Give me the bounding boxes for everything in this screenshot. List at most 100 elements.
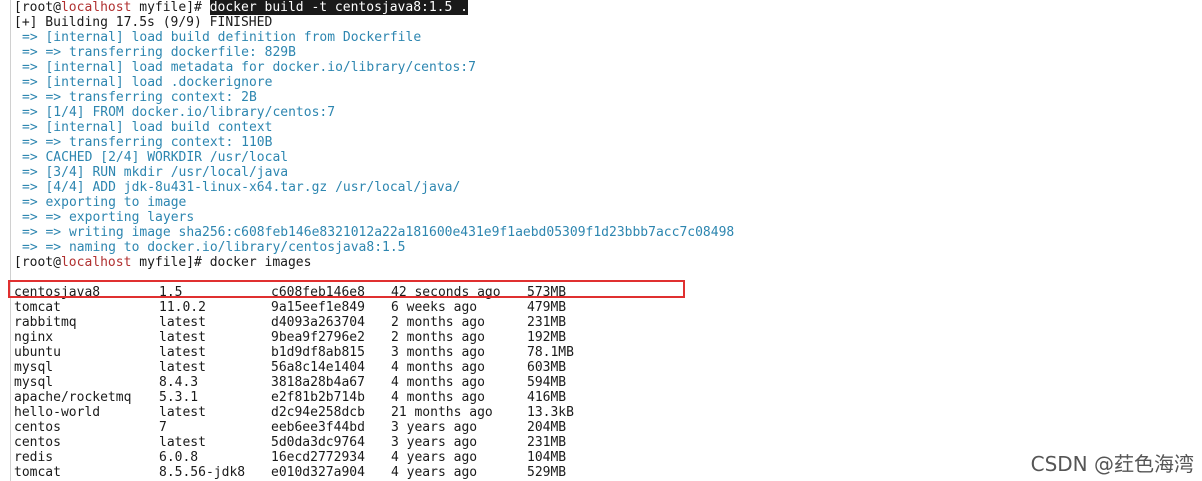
table-cell: tomcat [14,465,61,480]
table-cell: 204MB [527,420,567,435]
table-cell: 56a8c14e1404 [271,360,365,375]
build-output-line: => => transferring context: 110B [22,135,273,150]
prompt-line-build: [root@localhost myfile]# docker build -t… [14,0,468,15]
images-command: docker images [209,255,312,270]
table-cell: tomcat [14,300,61,315]
table-cell: 9bea9f2796e2 [271,330,365,345]
table-cell: 529MB [527,465,567,480]
table-cell: 8.4.3 [159,375,199,390]
table-cell: 2 months ago [391,330,485,345]
table-cell: 78.1MB [527,345,574,360]
table-cell: 104MB [527,450,567,465]
table-row: centos 7 eeb6ee3f44bd 3 years ago 204MB [14,420,714,435]
table-cell: eeb6ee3f44bd [271,420,365,435]
table-cell: e010d327a904 [271,465,365,480]
table-cell: rabbitmq [14,315,77,330]
table-cell: latest [159,315,206,330]
table-row: tomcat 11.0.2 9a15eef1e849 6 weeks ago 479MB [14,300,714,315]
prompt-host: localhost [60,0,132,15]
build-command: docker build -t centosjava8:1.5 . [209,0,468,15]
table-row: nginx latest 9bea9f2796e2 2 months ago 192MB [14,330,714,345]
table-cell: 3 years ago [391,420,478,435]
table-cell: latest [159,405,206,420]
build-output-line: => [internal] load metadata for docker.i… [22,60,476,75]
table-cell: centos [14,435,61,450]
table-cell: ubuntu [14,345,61,360]
table-cell: nginx [14,330,54,345]
table-cell: latest [159,360,206,375]
build-output-line: => [internal] load build definition from… [22,30,422,45]
prompt-path: myfile]# [131,255,210,270]
table-cell: 21 months ago [391,405,493,420]
table-cell: 5.3.1 [159,390,199,405]
build-status: [+] Building 17.5s (9/9) FINISHED [14,15,273,30]
table-cell: latest [159,435,206,450]
table-cell: 416MB [527,390,567,405]
table-cell: latest [159,330,206,345]
table-cell: 231MB [527,315,567,330]
table-cell: 13.3kB [527,405,574,420]
table-cell: 192MB [527,330,567,345]
build-output-line: => exporting to image [22,195,187,210]
build-output-line: => [internal] load .dockerignore [22,75,273,90]
prompt-line-images: [root@localhost myfile]# docker images [14,255,311,270]
terminal-output[interactable]: [root@localhost myfile]# docker build -t… [14,0,1202,481]
table-cell: centos [14,420,61,435]
build-output-line: => [internal] load build context [22,120,273,135]
table-cell: 4 years ago [391,465,478,480]
table-cell: mysql [14,375,54,390]
table-cell: 6.0.8 [159,450,199,465]
table-cell: 7 [159,420,167,435]
table-cell: hello-world [14,405,101,420]
table-cell: apache/rocketmq [14,390,132,405]
table-row: rabbitmq latest d4093a263704 2 months ago 23… [14,315,714,330]
table-cell: 3818a28b4a67 [271,375,365,390]
prompt-path: myfile]# [131,0,210,15]
table-cell: redis [14,450,54,465]
table-row: centos latest 5d0da3dc9764 3 years ago 231MB [14,435,714,450]
highlight-box [8,280,685,298]
table-row: redis 6.0.8 16ecd2772934 4 years ago 104MB [14,450,714,465]
table-cell: 603MB [527,360,567,375]
table-row: hello-world latest d2c94e258dcb 21 months a… [14,405,714,420]
table-cell: b1d9df8ab815 [271,345,365,360]
table-cell: 4 months ago [391,375,485,390]
build-output-line: => => naming to docker.io/library/centos… [22,240,406,255]
table-cell: 11.0.2 [159,300,206,315]
build-output-line: => [1/4] FROM docker.io/library/centos:7 [22,105,336,120]
build-output-line: => [3/4] RUN mkdir /usr/local/java [22,165,289,180]
table-cell: 2 months ago [391,315,485,330]
table-cell: 5d0da3dc9764 [271,435,365,450]
table-row: mysql latest 56a8c14e1404 4 months ago 603MB [14,360,714,375]
prompt-user: [root@ [14,255,61,270]
prompt-host: localhost [60,255,132,270]
build-output-line: => CACHED [2/4] WORKDIR /usr/local [22,150,289,165]
table-row: tomcat 8.5.56-jdk8 e010d327a904 4 years ago… [14,465,714,480]
left-gutter [0,0,11,481]
table-cell: 4 years ago [391,450,478,465]
build-output-line: => => exporting layers [22,210,195,225]
prompt-user: [root@ [14,0,61,15]
build-output-line: => => transferring context: 2B [22,90,257,105]
table-cell: latest [159,345,206,360]
table-cell: 6 weeks ago [391,300,478,315]
table-row: ubuntu latest b1d9df8ab815 3 months ago 78.1… [14,345,714,360]
table-cell: e2f81b2b714b [271,390,365,405]
table-cell: d4093a263704 [271,315,365,330]
table-cell: 3 months ago [391,345,485,360]
table-cell: 8.5.56-jdk8 [159,465,246,480]
build-output-line: => => transferring dockerfile: 829B [22,45,296,60]
table-row: apache/rocketmq 5.3.1 e2f81b2b714b 4 months… [14,390,714,405]
table-cell: 479MB [527,300,567,315]
table-cell: 16ecd2772934 [271,450,365,465]
table-cell: 3 years ago [391,435,478,450]
table-cell: mysql [14,360,54,375]
table-row: mysql 8.4.3 3818a28b4a67 4 months ago 594MB [14,375,714,390]
table-cell: 4 months ago [391,360,485,375]
watermark: CSDN @荭色海湾 [1030,452,1194,476]
table-cell: 4 months ago [391,390,485,405]
table-cell: 9a15eef1e849 [271,300,365,315]
build-output-line: => => writing image sha256:c608feb146e83… [22,225,735,240]
table-cell: d2c94e258dcb [271,405,365,420]
table-cell: 594MB [527,375,567,390]
